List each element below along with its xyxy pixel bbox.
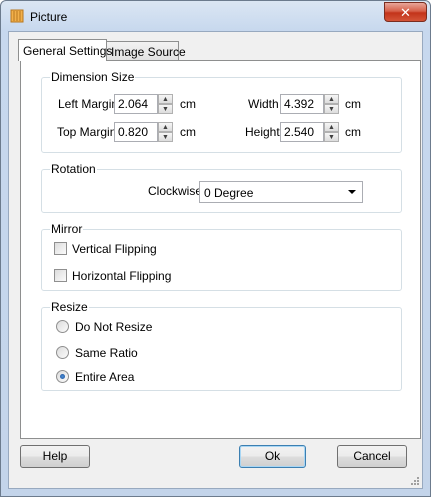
rotation-select[interactable]: 0 Degree [199, 181, 363, 203]
height-label: Height [245, 125, 280, 139]
left-margin-unit: cm [180, 97, 196, 111]
title-bar[interactable]: Picture ✕ [1, 1, 430, 31]
picture-dialog: Picture ✕ General Settings Image Source … [0, 0, 431, 497]
ok-button[interactable]: Ok [239, 445, 306, 468]
tab-general-settings[interactable]: General Settings [18, 39, 112, 61]
spin-up-icon[interactable]: ▲ [158, 122, 173, 132]
spin-down-icon[interactable]: ▼ [324, 132, 339, 142]
horizontal-flipping-label[interactable]: Horizontal Flipping [72, 269, 171, 283]
rotation-value: 0 Degree [204, 186, 254, 200]
entire-area-label[interactable]: Entire Area [75, 370, 134, 384]
cancel-button[interactable]: Cancel [337, 445, 407, 468]
tab-image-source[interactable]: Image Source [106, 41, 186, 60]
spin-down-icon[interactable]: ▼ [158, 104, 173, 114]
top-margin-unit: cm [180, 125, 196, 139]
spin-down-icon[interactable]: ▼ [324, 104, 339, 114]
group-title: Rotation [50, 162, 97, 176]
close-icon: ✕ [400, 4, 411, 20]
width-unit: cm [345, 97, 361, 111]
window-title: Picture [30, 10, 68, 24]
resize-grip-icon[interactable] [410, 476, 420, 486]
mirror-group: Mirror Vertical Flipping Horizontal Flip… [41, 222, 402, 291]
left-margin-spinner: ▲ ▼ [114, 94, 173, 114]
height-spinner: ▲ ▼ [280, 122, 339, 142]
spin-up-icon[interactable]: ▲ [324, 122, 339, 132]
height-unit: cm [345, 125, 361, 139]
clockwise-label: Clockwise [148, 184, 203, 198]
top-margin-spinner: ▲ ▼ [114, 122, 173, 142]
spin-up-icon[interactable]: ▲ [324, 94, 339, 104]
width-label: Width [248, 97, 279, 111]
vertical-flipping-checkbox[interactable] [54, 242, 67, 255]
group-title: Resize [50, 300, 89, 314]
width-input[interactable] [280, 94, 324, 114]
width-spinner: ▲ ▼ [280, 94, 339, 114]
help-button[interactable]: Help [20, 445, 90, 468]
close-button[interactable]: ✕ [384, 2, 427, 22]
top-margin-input[interactable] [114, 122, 158, 142]
rotation-group: Rotation Clockwise 0 Degree [41, 162, 402, 213]
entire-area-radio[interactable] [56, 370, 69, 383]
tab-label: General Settings [23, 44, 113, 58]
chevron-down-icon [348, 190, 356, 194]
spin-down-icon[interactable]: ▼ [158, 132, 173, 142]
general-settings-panel: Dimension Size Left Margin ▲ ▼ cm Width … [20, 60, 421, 439]
same-ratio-label[interactable]: Same Ratio [75, 346, 138, 360]
top-margin-label: Top Margin [57, 125, 117, 139]
left-margin-input[interactable] [114, 94, 158, 114]
dimension-size-group: Dimension Size Left Margin ▲ ▼ cm Width … [41, 70, 402, 153]
do-not-resize-radio[interactable] [56, 320, 69, 333]
tab-label: Image Source [111, 45, 186, 59]
height-input[interactable] [280, 122, 324, 142]
do-not-resize-label[interactable]: Do Not Resize [75, 320, 152, 334]
dialog-client-area: General Settings Image Source Dimension … [8, 31, 423, 489]
horizontal-flipping-checkbox[interactable] [54, 269, 67, 282]
group-title: Dimension Size [50, 70, 136, 84]
resize-group: Resize Do Not Resize Same Ratio Entire A… [41, 300, 402, 391]
spin-up-icon[interactable]: ▲ [158, 94, 173, 104]
vertical-flipping-label[interactable]: Vertical Flipping [72, 242, 157, 256]
picture-app-icon [10, 9, 24, 23]
same-ratio-radio[interactable] [56, 346, 69, 359]
group-title: Mirror [50, 222, 84, 236]
left-margin-label: Left Margin [58, 97, 119, 111]
